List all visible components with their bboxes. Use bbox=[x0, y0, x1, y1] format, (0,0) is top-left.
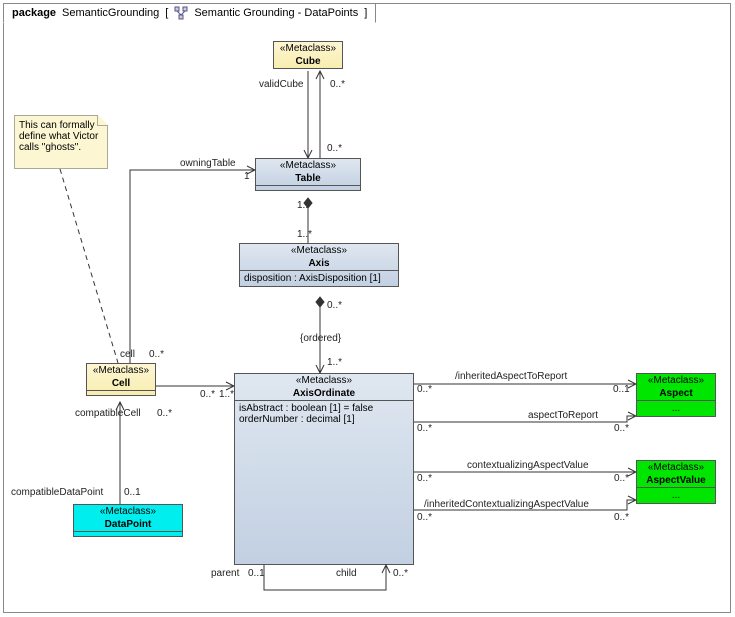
class-cell[interactable]: «Metaclass» Cell bbox=[86, 363, 156, 396]
label-compatiblecell: compatibleCell bbox=[75, 408, 141, 419]
stereotype: «Metaclass» bbox=[235, 374, 413, 387]
mult: 0..* bbox=[417, 473, 432, 484]
mult: 0..* bbox=[393, 568, 408, 579]
attr1: isAbstract : boolean [1] = false bbox=[239, 403, 409, 414]
class-name: Aspect bbox=[637, 387, 715, 401]
mult: 1..* bbox=[297, 229, 312, 240]
class-name: Cube bbox=[274, 55, 342, 68]
label-ordered: {ordered} bbox=[300, 333, 341, 344]
label-inheritedcontextualizingaspectvalue: /inheritedContextualizingAspectValue bbox=[424, 499, 589, 510]
class-cube[interactable]: «Metaclass» Cube bbox=[273, 41, 343, 69]
mult: 0..* bbox=[417, 384, 432, 395]
stereotype: «Metaclass» bbox=[240, 244, 398, 257]
attr-compartment bbox=[256, 186, 360, 190]
class-table[interactable]: «Metaclass» Table bbox=[255, 158, 361, 191]
label-parent: parent bbox=[211, 568, 239, 579]
stereotype: «Metaclass» bbox=[637, 374, 715, 387]
package-keyword: package bbox=[12, 7, 56, 19]
mult: 0..* bbox=[157, 408, 172, 419]
class-aspectvalue[interactable]: «Metaclass» AspectValue ... bbox=[636, 460, 716, 504]
mult: 0..* bbox=[327, 143, 342, 154]
class-name: AspectValue bbox=[637, 474, 715, 488]
diagram-icon bbox=[174, 6, 188, 20]
attr-compartment bbox=[74, 532, 182, 536]
class-axisordinate[interactable]: «Metaclass» AxisOrdinate isAbstract : bo… bbox=[234, 373, 414, 565]
attr2: orderNumber : decimal [1] bbox=[239, 414, 409, 425]
note-text: This can formally define what Victor cal… bbox=[19, 120, 98, 153]
mult: 0..* bbox=[614, 512, 629, 523]
mult: 0..* bbox=[200, 389, 215, 400]
label-inheritedaspecttoreport: /inheritedAspectToReport bbox=[455, 371, 567, 382]
attr-compartment bbox=[87, 391, 155, 395]
package-tab: package SemanticGrounding [ Semantic Gro… bbox=[3, 3, 376, 23]
label-contextualizingaspectvalue: contextualizingAspectValue bbox=[467, 460, 589, 471]
stereotype: «Metaclass» bbox=[637, 461, 715, 474]
label-validcube: validCube bbox=[259, 79, 303, 90]
class-datapoint[interactable]: «Metaclass» DataPoint bbox=[73, 504, 183, 537]
mult: 0..* bbox=[330, 79, 345, 90]
label-aspecttoreport: aspectToReport bbox=[528, 410, 598, 421]
mult: 0..* bbox=[417, 423, 432, 434]
mult: 0..* bbox=[327, 300, 342, 311]
mult: 1 bbox=[244, 171, 250, 182]
mult: 0..* bbox=[149, 349, 164, 360]
tab-diagram-name: Semantic Grounding - DataPoints bbox=[194, 7, 358, 19]
class-name: Axis bbox=[240, 257, 398, 271]
stereotype: «Metaclass» bbox=[87, 364, 155, 377]
class-name: Cell bbox=[87, 377, 155, 391]
mult: 0..1 bbox=[124, 487, 141, 498]
ellipsis: ... bbox=[637, 401, 715, 416]
mult: 1..* bbox=[219, 389, 234, 400]
mult: 0..1 bbox=[248, 568, 265, 579]
tab-bracket-open: [ bbox=[165, 7, 168, 19]
mult: 0..* bbox=[417, 512, 432, 523]
attr-compartment: isAbstract : boolean [1] = false orderNu… bbox=[235, 401, 413, 427]
mult: 0..1 bbox=[613, 384, 630, 395]
stereotype: «Metaclass» bbox=[74, 505, 182, 518]
label-child: child bbox=[336, 568, 357, 579]
stereotype: «Metaclass» bbox=[274, 42, 342, 55]
label-owningtable: owningTable bbox=[180, 158, 236, 169]
class-name: AxisOrdinate bbox=[235, 387, 413, 401]
diagram-canvas: package SemanticGrounding [ Semantic Gro… bbox=[0, 0, 735, 617]
attr: disposition : AxisDisposition [1] bbox=[240, 271, 398, 286]
class-name: DataPoint bbox=[74, 518, 182, 532]
label-cell: cell bbox=[120, 349, 135, 360]
mult: 1..* bbox=[297, 200, 312, 211]
class-axis[interactable]: «Metaclass» Axis disposition : AxisDispo… bbox=[239, 243, 399, 287]
mult: 0..* bbox=[614, 473, 629, 484]
note-ghosts: This can formally define what Victor cal… bbox=[14, 115, 108, 169]
tab-bracket-close: ] bbox=[364, 7, 367, 19]
package-name: SemanticGrounding bbox=[62, 7, 159, 19]
mult: 1..* bbox=[327, 357, 342, 368]
mult: 0..* bbox=[614, 423, 629, 434]
class-aspect[interactable]: «Metaclass» Aspect ... bbox=[636, 373, 716, 417]
stereotype: «Metaclass» bbox=[256, 159, 360, 172]
label-compatibledatapoint: compatibleDataPoint bbox=[11, 487, 103, 498]
class-name: Table bbox=[256, 172, 360, 186]
ellipsis: ... bbox=[637, 488, 715, 503]
